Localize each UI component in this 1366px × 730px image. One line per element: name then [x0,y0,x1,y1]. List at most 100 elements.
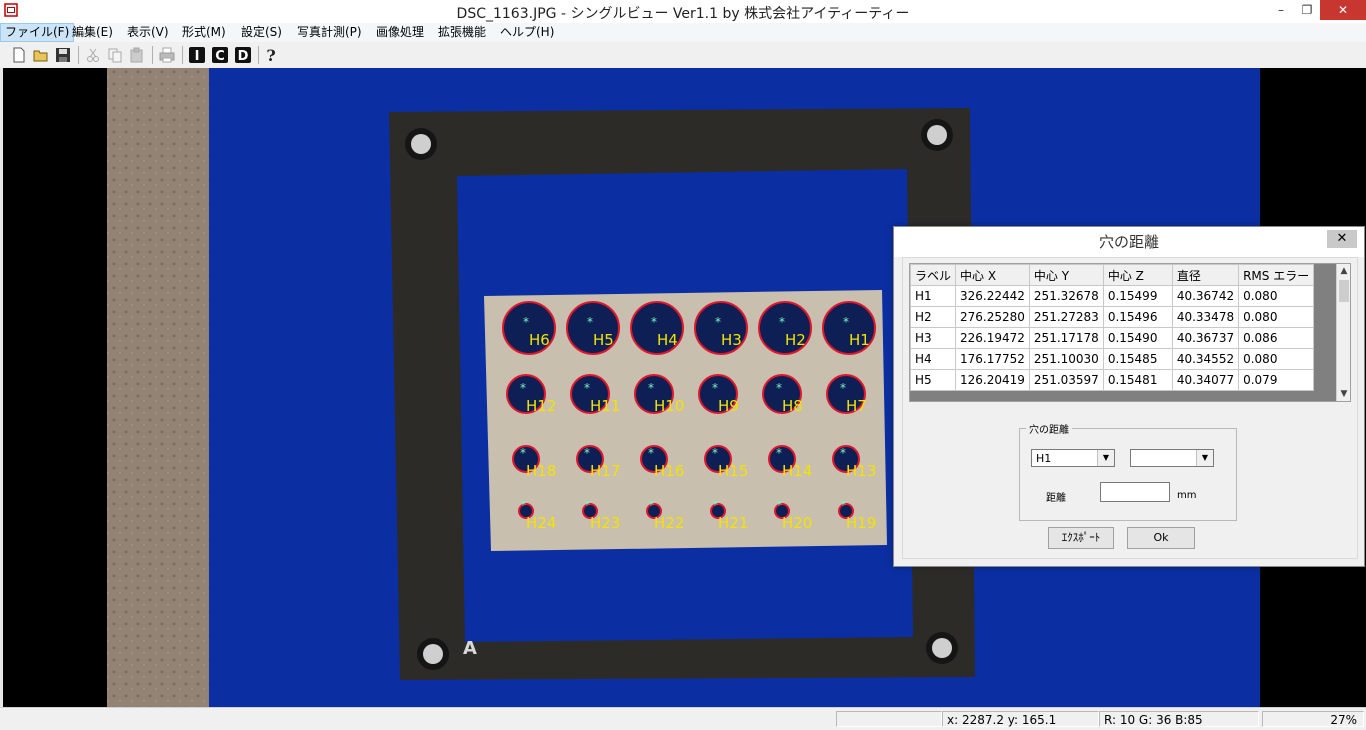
scroll-thumb[interactable] [1339,280,1349,302]
frame-letter: A [463,638,477,659]
frame-pin [411,134,431,154]
d-icon-label: D [238,49,249,64]
chevron-down-icon[interactable]: ▼ [1097,450,1114,466]
table-row[interactable]: H4 176.17752 251.10030 0.15485 40.34552 … [910,348,1315,370]
cell-center-z: 0.15496 [1102,306,1173,328]
cell-diameter: 40.34552 [1171,348,1240,370]
hole-center-marker: * [520,498,526,512]
cell-label: H5 [910,369,957,391]
cell-rms-error: 0.086 [1238,327,1315,349]
cut-icon[interactable] [84,46,102,64]
copy-icon[interactable] [106,46,124,64]
menu-file[interactable]: ファイル(F) [0,23,75,42]
col-center-x[interactable]: 中心 X [955,264,1030,286]
table-scrollbar[interactable]: ▲ ▼ [1336,264,1350,401]
status-bar: x: 2287.2 y: 165.1 R: 10 G: 36 B:85 27% [0,707,1366,730]
cell-rms-error: 0.080 [1238,285,1315,307]
hole-label: H10 [654,397,684,415]
d-icon[interactable]: D [234,46,252,64]
menu-photo-measure[interactable]: 写真計測(P) [293,24,366,41]
hole-label: H5 [593,331,614,349]
col-center-y[interactable]: 中心 Y [1028,264,1104,286]
menu-edit[interactable]: 編集(E) [68,24,117,41]
menu-view[interactable]: 表示(V) [123,24,173,41]
hole-label: H2 [785,331,806,349]
menu-image-processing[interactable]: 画像処理 [372,24,428,41]
hole-label: H14 [782,462,812,480]
table-row[interactable]: H5 126.20419 251.03597 0.15481 40.34077 … [910,369,1315,391]
cell-center-y: 251.27283 [1028,306,1104,328]
hole-center-marker: * [779,315,785,329]
hole-label: H16 [654,462,684,480]
status-empty [836,711,942,727]
help-icon[interactable]: ? [262,46,280,64]
save-icon[interactable] [54,46,72,64]
hole-label: H20 [782,514,812,532]
col-center-z[interactable]: 中心 Z [1102,264,1173,286]
group-legend: 穴の距離 [1026,421,1072,436]
col-diameter[interactable]: 直径 [1171,264,1240,286]
distance-field[interactable] [1100,482,1170,502]
cell-center-x: 176.17752 [955,348,1030,370]
cell-center-x: 126.20419 [955,369,1030,391]
open-folder-icon[interactable] [32,46,50,64]
i-icon[interactable]: I [188,46,206,64]
from-hole-value: H1 [1036,452,1052,465]
col-rms-error[interactable]: RMS エラー [1238,264,1315,286]
floor-texture [107,68,209,707]
to-hole-select[interactable]: ▼ [1130,449,1214,467]
menu-help[interactable]: ヘルプ(H) [496,24,558,41]
hole-center-marker: * [776,498,782,512]
hole-label: H21 [718,514,748,532]
hole-center-marker: * [520,446,526,460]
from-hole-select[interactable]: H1 ▼ [1031,449,1115,467]
c-icon[interactable]: C [211,46,229,64]
cell-label: H1 [910,285,957,307]
toolbar-separator [258,46,259,64]
hole-center-marker: * [648,446,654,460]
menu-extensions[interactable]: 拡張機能 [434,24,490,41]
dialog-close-button[interactable]: ✕ [1327,230,1357,248]
scroll-up-icon[interactable]: ▲ [1337,264,1350,278]
new-file-icon[interactable] [10,46,28,64]
hole-label: H24 [526,514,556,532]
table-row[interactable]: H3 226.19472 251.17178 0.15490 40.36737 … [910,327,1315,349]
table-row[interactable]: H2 276.25280 251.27283 0.15496 40.33478 … [910,306,1315,328]
paste-icon[interactable] [128,46,146,64]
hole-center-marker: * [587,315,593,329]
hole-center-marker: * [584,381,590,395]
close-button[interactable]: ✕ [1320,0,1366,20]
ok-button[interactable]: Ok [1127,527,1195,549]
distance-label: 距離 [1046,493,1066,504]
hole-label: H3 [721,331,742,349]
maximize-button[interactable]: ❐ [1294,0,1320,20]
hole-center-marker: * [651,315,657,329]
hole-center-marker: * [520,381,526,395]
hole-center-marker: * [776,381,782,395]
table-row[interactable]: H1 326.22442 251.32678 0.15499 40.36742 … [910,285,1315,307]
hole-distance-dialog: 穴の距離 ✕ ラベル 中心 X 中心 Y 中心 Z 直径 RMS エラー H1 [893,226,1365,567]
hole-center-marker: * [840,446,846,460]
hole-label: H11 [590,397,620,415]
print-icon[interactable] [158,46,176,64]
cell-center-y: 251.10030 [1028,348,1104,370]
col-label[interactable]: ラベル [910,264,957,286]
chevron-down-icon[interactable]: ▼ [1196,450,1213,466]
frame-pin [927,125,947,145]
distance-groupbox: 穴の距離 H1 ▼ ▼ 距離 mm [1019,421,1237,521]
cell-label: H3 [910,327,957,349]
menu-format[interactable]: 形式(M) [178,24,230,41]
hole-center-marker: * [712,498,718,512]
cell-center-y: 251.03597 [1028,369,1104,391]
c-icon-label: C [215,49,225,64]
menu-settings[interactable]: 設定(S) [237,24,286,41]
export-button[interactable]: ｴｸｽﾎﾟｰﾄ [1048,527,1114,549]
hole-label: H15 [718,462,748,480]
status-rgb: R: 10 G: 36 B:85 [1099,711,1259,727]
hole-table[interactable]: ラベル 中心 X 中心 Y 中心 Z 直径 RMS エラー H1 326.224… [909,263,1351,402]
hole-label: H1 [849,331,870,349]
scroll-down-icon[interactable]: ▼ [1337,387,1350,401]
cell-center-z: 0.15481 [1102,369,1173,391]
cell-rms-error: 0.080 [1238,306,1315,328]
minimize-button[interactable]: – [1268,0,1294,20]
